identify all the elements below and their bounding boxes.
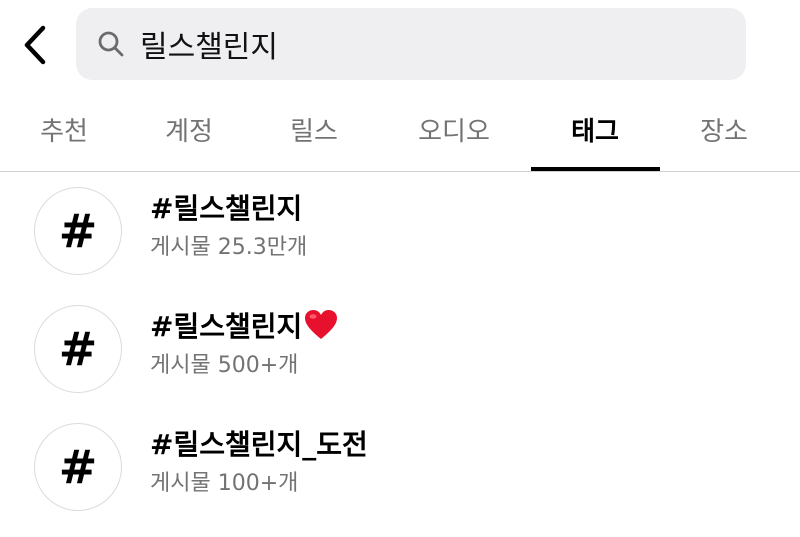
hashtag-name: #릴스챌린지_도전 [150,428,368,461]
heart-emoji-icon [305,310,338,339]
tab-tags[interactable]: 태그 [531,96,659,171]
search-icon [96,29,126,59]
list-item[interactable]: # #릴스챌린지 게시물 500+개 [0,291,800,409]
tab-recommended[interactable]: 추천 [0,96,128,171]
list-item[interactable]: # #릴스챌린지 게시물 25.3만개 [0,173,800,291]
hashtag-icon: # [34,305,122,393]
hashtag-name: #릴스챌린지 [150,192,303,225]
hashtag-icon: # [34,187,122,275]
post-count: 게시물 500+개 [150,353,299,378]
back-button[interactable] [12,20,58,70]
hashtag-icon: # [34,423,122,511]
post-count: 게시물 25.3만개 [150,235,308,260]
tab-audio[interactable]: 오디오 [390,96,518,171]
tab-reels[interactable]: 릴스 [250,96,378,171]
search-screen: 추천 계정 릴스 오디오 태그 장소 # #릴스챌린지 게시물 25.3만개 #… [0,0,800,537]
chevron-left-icon [24,25,46,65]
tab-accounts[interactable]: 계정 [125,96,253,171]
search-bar[interactable] [76,8,746,80]
search-input[interactable] [140,19,700,69]
search-tabs: 추천 계정 릴스 오디오 태그 장소 [0,96,800,172]
tab-places[interactable]: 장소 [660,96,788,171]
hashtag-name: #릴스챌린지 [150,305,338,345]
list-item[interactable]: # #릴스챌린지_도전 게시물 100+개 [0,409,800,527]
active-tab-indicator [531,167,660,171]
post-count: 게시물 100+개 [150,471,299,496]
